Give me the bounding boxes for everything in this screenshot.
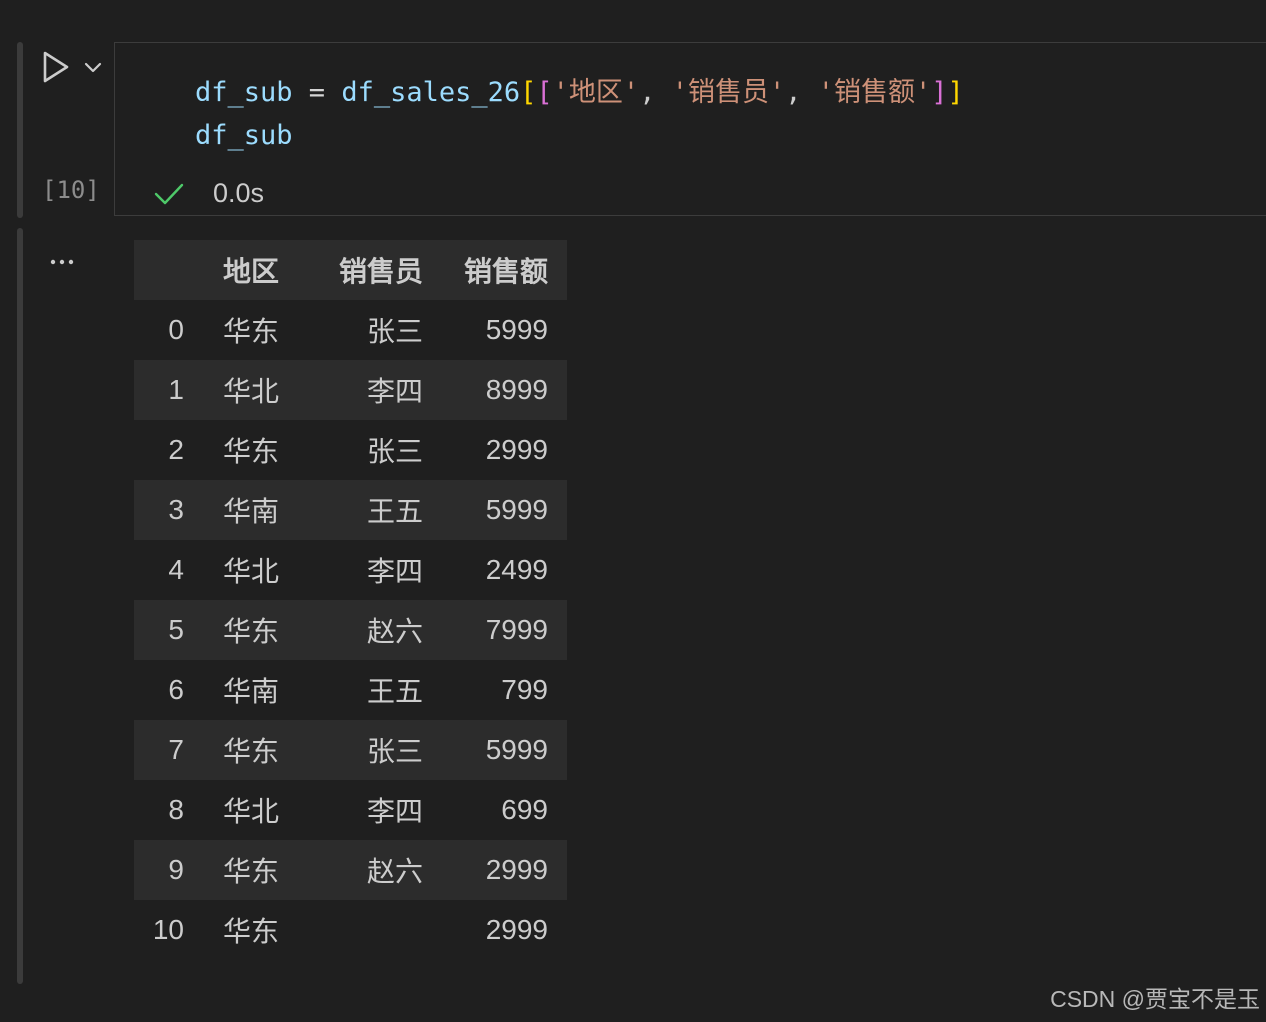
row-index: 3: [168, 494, 184, 525]
play-icon: [43, 51, 69, 83]
chevron-down-icon: [84, 62, 102, 73]
table-row: 6 华南 王五 799: [134, 660, 567, 720]
table-row: 2 华东 张三 2999: [134, 420, 567, 480]
cell-salesperson: 张三: [366, 316, 423, 347]
execution-time: 0.0s: [213, 177, 265, 208]
code-token: df_sub: [195, 77, 293, 108]
table-row: 5 华东 赵六 7999: [134, 600, 567, 660]
ellipsis-icon: [50, 259, 74, 265]
cell-sales-amount: 2999: [485, 854, 548, 885]
code-line[interactable]: df_sub = df_sales_26[['地区', '销售员', '销售额'…: [195, 71, 964, 114]
cell-salesperson: [323, 900, 423, 960]
code-editor[interactable]: df_sub = df_sales_26[['地区', '销售员', '销售额'…: [114, 42, 1266, 216]
row-index: 9: [168, 854, 184, 885]
cell-salesperson: 王五: [366, 676, 423, 707]
cell-region: 华北: [223, 796, 280, 827]
cell-region: 华东: [223, 916, 280, 947]
row-index: 6: [168, 674, 184, 705]
table-row: 7 华东 张三 5999: [134, 720, 567, 780]
code-token: [: [536, 77, 553, 108]
cell-region: 华东: [223, 856, 280, 887]
execution-status: 0.0s: [153, 173, 264, 213]
check-icon: [154, 183, 184, 205]
cell-sales-amount: 2999: [485, 434, 548, 465]
code-token: ]: [931, 77, 948, 108]
execution-count: [10]: [42, 176, 100, 204]
cell-region: 华南: [223, 496, 280, 527]
code-token: =: [292, 77, 342, 108]
cell-sales-amount: 7999: [485, 614, 548, 645]
notebook: [10] df_sub = df_sales_26[['地区', '销售员', …: [0, 0, 1266, 1022]
cell-salesperson: 张三: [366, 736, 423, 767]
cell-sales-amount: 2999: [485, 914, 548, 945]
cell-salesperson: 李四: [366, 376, 423, 407]
cell-region: 华北: [223, 556, 280, 587]
code-token: '地区': [552, 77, 640, 108]
table-row: 8 华北 李四 699: [134, 780, 567, 840]
table-row: 10 华东 2999: [134, 900, 567, 960]
run-cell-button[interactable]: [40, 50, 72, 84]
cell-sales-amount: 5999: [485, 734, 548, 765]
code-content[interactable]: df_sub = df_sales_26[['地区', '销售员', '销售额'…: [195, 71, 964, 157]
output-more-actions-button[interactable]: [48, 250, 78, 274]
cell-salesperson: 赵六: [366, 616, 423, 647]
cell-region: 华东: [223, 736, 280, 767]
code-token: df_sub: [195, 120, 293, 151]
index-column-header: [134, 240, 194, 300]
row-index: 5: [168, 614, 184, 645]
table-row: 9 华东 赵六 2999: [134, 840, 567, 900]
column-header-region: 地区: [223, 256, 280, 287]
code-line[interactable]: df_sub: [195, 114, 964, 157]
column-header-sales-amount: 销售额: [463, 256, 548, 287]
code-token: ]: [947, 77, 964, 108]
code-token: '销售额': [817, 77, 932, 108]
cell-salesperson: 赵六: [366, 856, 423, 887]
cell-region: 华东: [223, 436, 280, 467]
cell-salesperson: 李四: [366, 796, 423, 827]
table-row: 0 华东 张三 5999: [134, 300, 567, 360]
row-index: 4: [168, 554, 184, 585]
table-body: 0 华东 张三 5999 1 华北 李四 8999 2 华东 张三 2999 3 华南 王五 5999 4 华北李…: [134, 300, 567, 960]
code-token: df_sales_26: [341, 77, 521, 108]
cell-region: 华南: [223, 676, 280, 707]
cell-sales-amount: 799: [501, 674, 548, 705]
dataframe-output-table: 地区 销售员 销售额 0 华东 张三 5999 1 华北 李四 8999 2 华东 张三 2999 3 华…: [134, 240, 567, 960]
cell-sales-amount: 5999: [485, 314, 548, 345]
cell-input-selection-bar[interactable]: [17, 42, 23, 218]
row-index: 2: [168, 434, 184, 465]
code-token: '销售员': [671, 77, 786, 108]
row-index: 7: [168, 734, 184, 765]
cell-sales-amount: 2499: [485, 554, 548, 585]
row-index: 10: [152, 914, 184, 945]
cell-salesperson: 张三: [366, 436, 423, 467]
watermark: CSDN @贾宝不是玉: [1050, 986, 1260, 1012]
run-options-button[interactable]: [82, 56, 104, 78]
row-index: 0: [168, 314, 184, 345]
row-index: 8: [168, 794, 184, 825]
table-header-row: 地区 销售员 销售额: [134, 240, 567, 300]
cell-salesperson: 李四: [366, 556, 423, 587]
cell-region: 华北: [223, 376, 280, 407]
table-row: 3 华南 王五 5999: [134, 480, 567, 540]
table-row: 4 华北 李四 2499: [134, 540, 567, 600]
cell-sales-amount: 5999: [485, 494, 548, 525]
column-header-salesperson: 销售员: [338, 256, 423, 287]
cell-salesperson: 王五: [366, 496, 423, 527]
row-index: 1: [168, 374, 184, 405]
code-token: [: [520, 77, 537, 108]
code-token: ,: [785, 77, 818, 108]
cell-sales-amount: 8999: [485, 374, 548, 405]
code-token: ,: [639, 77, 672, 108]
cell-region: 华东: [223, 316, 280, 347]
cell-sales-amount: 699: [501, 794, 548, 825]
table-row: 1 华北 李四 8999: [134, 360, 567, 420]
cell-output-selection-bar[interactable]: [17, 228, 23, 984]
cell-region: 华东: [223, 616, 280, 647]
